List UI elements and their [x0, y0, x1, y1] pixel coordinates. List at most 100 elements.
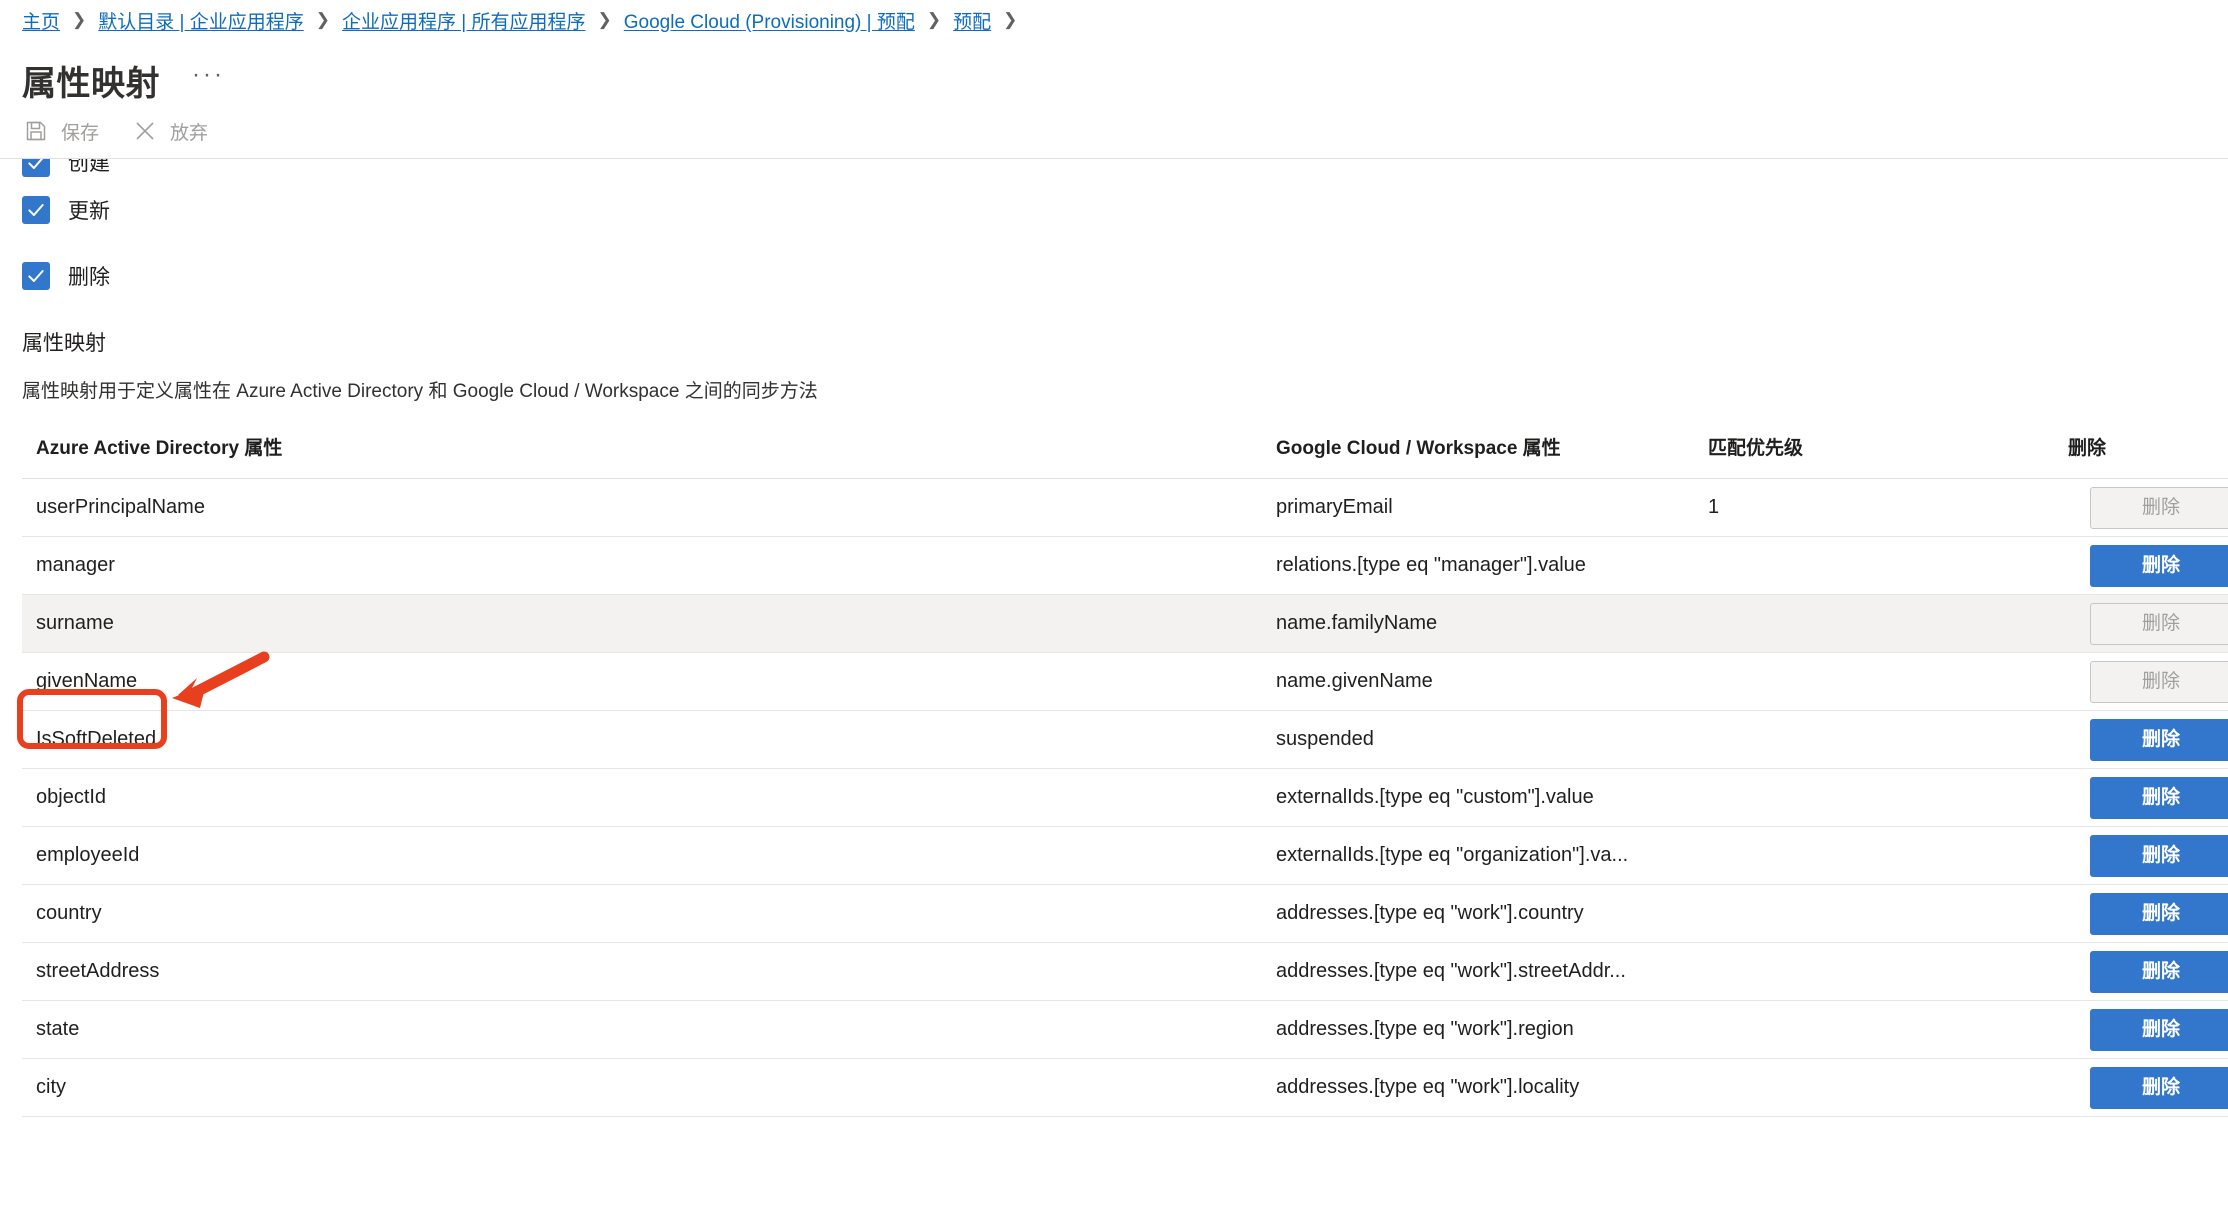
cell-matching-priority	[1694, 594, 2054, 653]
table-row[interactable]: country addresses.[type eq "work"].countr…	[22, 884, 2228, 943]
checkbox-create[interactable]	[22, 159, 50, 177]
provisioning-actions-list: 创建 更新 删除	[0, 159, 2228, 309]
table-row[interactable]: employeeId externalIds.[type eq "organiza…	[22, 826, 2228, 885]
delete-row-button[interactable]: 删除	[2090, 834, 2228, 877]
table-row[interactable]: streetAddress addresses.[type eq "work"].…	[22, 942, 2228, 1001]
breadcrumb-item-0[interactable]: 主页	[22, 7, 60, 34]
delete-row-button: 删除	[2090, 486, 2228, 529]
breadcrumb: 主页 ❯ 默认目录 | 企业应用程序 ❯ 企业应用程序 | 所有应用程序 ❯ G…	[0, 0, 2228, 40]
cell-source-attribute[interactable]: objectId	[22, 768, 1262, 827]
save-button-label: 保存	[61, 122, 100, 144]
cell-target-attribute[interactable]: addresses.[type eq "work"].region	[1262, 1000, 1694, 1059]
breadcrumb-item-1[interactable]: 默认目录 | 企业应用程序	[98, 7, 304, 34]
cell-delete-action: 删除	[2054, 1058, 2228, 1117]
table-body: userPrincipalName primaryEmail 1 删除 manager r…	[22, 478, 2228, 1117]
cell-target-attribute[interactable]: addresses.[type eq "work"].country	[1262, 884, 1694, 943]
cell-delete-action: 删除	[2054, 1000, 2228, 1059]
checkbox-delete-label: 删除	[68, 266, 110, 289]
cell-delete-action: 删除	[2054, 826, 2228, 885]
delete-row-button[interactable]: 删除	[2090, 1008, 2228, 1051]
delete-row-button[interactable]: 删除	[2090, 892, 2228, 935]
cell-matching-priority: 1	[1694, 478, 2054, 537]
cell-target-attribute[interactable]: primaryEmail	[1262, 478, 1694, 537]
cell-delete-action: 删除	[2054, 536, 2228, 595]
table-row[interactable]: givenName name.givenName 删除	[22, 652, 2228, 711]
cell-delete-action: 删除	[2054, 478, 2228, 537]
cell-matching-priority	[1694, 826, 2054, 885]
cell-matching-priority	[1694, 884, 2054, 943]
table-row[interactable]: city addresses.[type eq "work"].locality 删…	[22, 1058, 2228, 1117]
cell-source-attribute[interactable]: state	[22, 1000, 1262, 1059]
cell-matching-priority	[1694, 1058, 2054, 1117]
checkbox-row-update[interactable]: 更新	[22, 177, 2228, 243]
close-x-icon	[133, 119, 157, 143]
cell-source-attribute[interactable]: employeeId	[22, 826, 1262, 885]
cell-target-attribute[interactable]: externalIds.[type eq "organization"].va.…	[1262, 826, 1694, 885]
section-title: 属性映射	[22, 332, 106, 355]
breadcrumb-separator-icon: ❯	[597, 10, 612, 29]
cell-delete-action: 删除	[2054, 884, 2228, 943]
page-title-row: 属性映射 ···	[0, 40, 2228, 104]
attribute-mapping-table: Azure Active Directory 属性 Google Cloud /…	[22, 423, 2228, 1117]
delete-row-button[interactable]: 删除	[2090, 718, 2228, 761]
command-bar: 保存 放弃	[0, 104, 2228, 158]
breadcrumb-separator-icon: ❯	[1003, 10, 1018, 29]
cell-delete-action: 删除	[2054, 768, 2228, 827]
table-row[interactable]: manager relations.[type eq "manager"].val…	[22, 536, 2228, 595]
column-header-delete: 删除	[2054, 423, 2228, 479]
cell-source-attribute[interactable]: city	[22, 1058, 1262, 1117]
cell-target-attribute[interactable]: suspended	[1262, 710, 1694, 769]
delete-row-button: 删除	[2090, 660, 2228, 703]
cell-matching-priority	[1694, 768, 2054, 827]
table-row[interactable]: userPrincipalName primaryEmail 1 删除	[22, 478, 2228, 537]
checkbox-row-create[interactable]: 创建	[22, 159, 2228, 177]
table-row[interactable]: state addresses.[type eq "work"].region 删除	[22, 1000, 2228, 1059]
breadcrumb-item-3[interactable]: Google Cloud (Provisioning) | 预配	[624, 7, 915, 34]
cell-target-attribute[interactable]: name.familyName	[1262, 594, 1694, 653]
checkbox-row-delete[interactable]: 删除	[22, 243, 2228, 309]
discard-button[interactable]: 放弃	[133, 118, 208, 145]
cell-delete-action: 删除	[2054, 942, 2228, 1001]
cell-target-attribute[interactable]: addresses.[type eq "work"].locality	[1262, 1058, 1694, 1117]
section-description: 属性映射用于定义属性在 Azure Active Directory 和 Goo…	[22, 381, 818, 402]
cell-matching-priority	[1694, 942, 2054, 1001]
checkbox-delete[interactable]	[22, 262, 50, 290]
checkbox-update[interactable]	[22, 196, 50, 224]
cell-target-attribute[interactable]: name.givenName	[1262, 652, 1694, 711]
table-header-row: Azure Active Directory 属性 Google Cloud /…	[22, 423, 2228, 479]
cell-matching-priority	[1694, 536, 2054, 595]
cell-source-attribute[interactable]: IsSoftDeleted	[22, 710, 1262, 769]
cell-delete-action: 删除	[2054, 710, 2228, 769]
page-title: 属性映射	[22, 64, 160, 103]
cell-matching-priority	[1694, 710, 2054, 769]
cell-source-attribute[interactable]: streetAddress	[22, 942, 1262, 1001]
delete-row-button[interactable]: 删除	[2090, 776, 2228, 819]
cell-source-attribute[interactable]: country	[22, 884, 1262, 943]
delete-row-button: 删除	[2090, 602, 2228, 645]
more-options-icon[interactable]: ···	[192, 63, 225, 97]
column-header-priority: 匹配优先级	[1694, 423, 2054, 479]
cell-target-attribute[interactable]: relations.[type eq "manager"].value	[1262, 536, 1694, 595]
delete-row-button[interactable]: 删除	[2090, 1066, 2228, 1109]
column-header-source: Azure Active Directory 属性	[22, 423, 1262, 479]
cell-source-attribute[interactable]: givenName	[22, 652, 1262, 711]
checkbox-update-label: 更新	[68, 200, 110, 223]
cell-source-attribute[interactable]: manager	[22, 536, 1262, 595]
cell-delete-action: 删除	[2054, 652, 2228, 711]
delete-row-button[interactable]: 删除	[2090, 544, 2228, 587]
cell-source-attribute[interactable]: surname	[22, 594, 1262, 653]
checkbox-create-label: 创建	[68, 159, 110, 175]
table-header: Azure Active Directory 属性 Google Cloud /…	[22, 423, 2228, 479]
breadcrumb-separator-icon: ❯	[72, 10, 87, 29]
cell-target-attribute[interactable]: externalIds.[type eq "custom"].value	[1262, 768, 1694, 827]
cell-target-attribute[interactable]: addresses.[type eq "work"].streetAddr...	[1262, 942, 1694, 1001]
table-row[interactable]: IsSoftDeleted suspended 删除	[22, 710, 2228, 769]
table-row[interactable]: objectId externalIds.[type eq "custom"].v…	[22, 768, 2228, 827]
breadcrumb-item-2[interactable]: 企业应用程序 | 所有应用程序	[342, 7, 586, 34]
table-row[interactable]: surname name.familyName 删除	[22, 594, 2228, 653]
save-floppy-icon	[24, 119, 48, 143]
save-button[interactable]: 保存	[24, 118, 99, 145]
delete-row-button[interactable]: 删除	[2090, 950, 2228, 993]
breadcrumb-item-4[interactable]: 预配	[953, 7, 991, 34]
cell-source-attribute[interactable]: userPrincipalName	[22, 478, 1262, 537]
